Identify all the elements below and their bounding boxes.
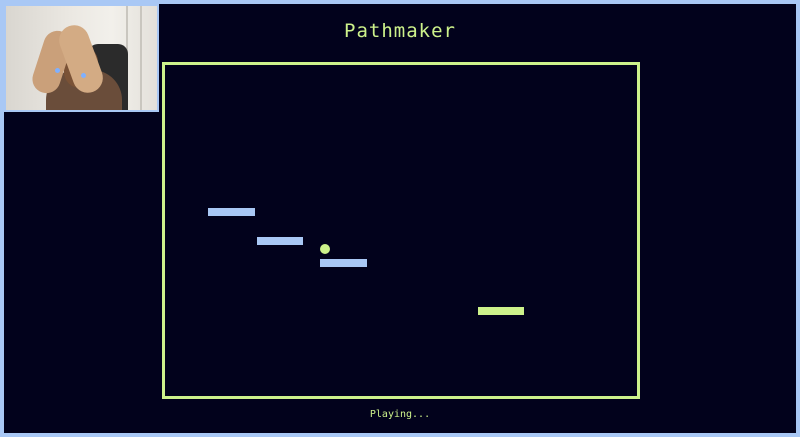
player-ball: [320, 244, 330, 254]
webcam-preview: [4, 4, 159, 112]
path-platform: [208, 208, 255, 216]
goal-platform: [478, 307, 524, 315]
game-status: Playing...: [369, 409, 431, 420]
hand-tracking-dot: [55, 68, 60, 73]
game-playfield[interactable]: [162, 62, 640, 399]
wall-corner-line: [140, 6, 142, 110]
path-platform: [257, 237, 303, 245]
game-title: Pathmaker: [344, 20, 456, 42]
hand-tracking-dot: [81, 73, 86, 78]
path-platform: [320, 259, 367, 267]
webcam-feed: [6, 6, 157, 110]
